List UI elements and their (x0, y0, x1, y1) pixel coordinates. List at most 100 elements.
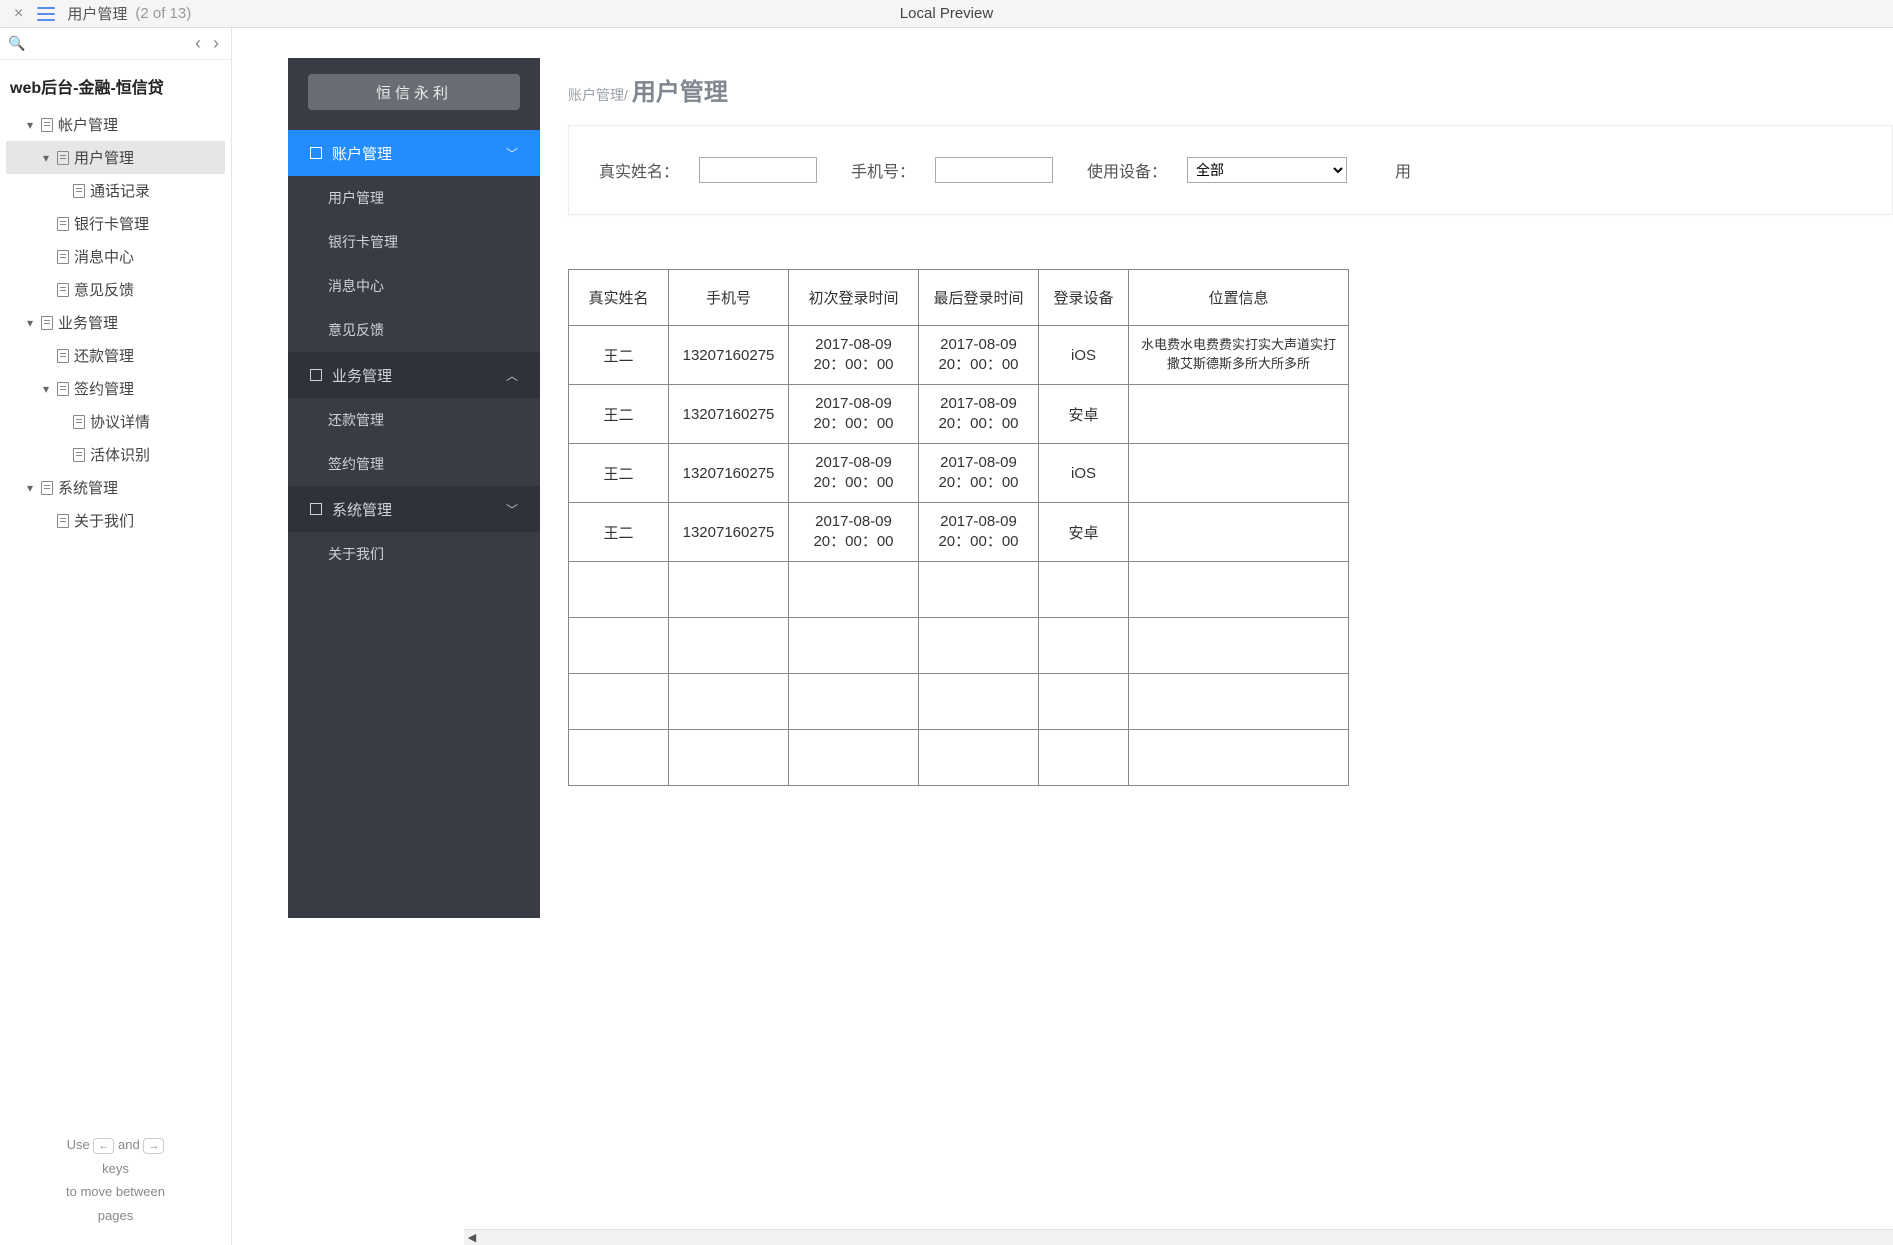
submenu-item[interactable]: 还款管理 (288, 398, 540, 442)
menu-header[interactable]: 账户管理 ﹀ (288, 130, 540, 176)
table-cell: 13207160275 (669, 326, 789, 385)
menu-header-label: 系统管理 (332, 499, 392, 520)
table-cell: 安卓 (1039, 385, 1129, 444)
search-icon[interactable]: 🔍 (8, 35, 25, 52)
tab-title: 用户管理 (67, 3, 127, 24)
submenu-item[interactable]: 消息中心 (288, 264, 540, 308)
table-cell: 2017-08-09 20：00：00 (919, 444, 1039, 503)
table-cell (789, 674, 919, 730)
table-cell: 2017-08-09 20：00：00 (789, 503, 919, 562)
page-icon (57, 217, 69, 231)
table-cell (789, 730, 919, 786)
caret-down-icon: ▾ (40, 151, 52, 165)
table-row (569, 674, 1349, 730)
submenu-item[interactable]: 签约管理 (288, 442, 540, 486)
filter-phone-label: 手机号： (851, 158, 915, 182)
outline-item[interactable]: 意见反馈 (6, 273, 225, 306)
table-cell (919, 674, 1039, 730)
table-cell (1129, 618, 1349, 674)
outline-item[interactable]: 协议详情 (6, 405, 225, 438)
hamburger-icon[interactable] (37, 7, 55, 21)
prev-page-icon[interactable]: ‹ (191, 33, 205, 54)
table-cell: 13207160275 (669, 503, 789, 562)
outline-item[interactable]: ▾用户管理 (6, 141, 225, 174)
table-cell: 13207160275 (669, 444, 789, 503)
outline-item[interactable]: ▾业务管理 (6, 306, 225, 339)
table-header: 手机号 (669, 270, 789, 326)
table-row (569, 730, 1349, 786)
table-cell: 2017-08-09 20：00：00 (919, 385, 1039, 444)
table-cell: 王二 (569, 385, 669, 444)
close-icon[interactable]: × (8, 5, 29, 23)
menu-header[interactable]: 业务管理︿ (288, 352, 540, 398)
table-cell: iOS (1039, 326, 1129, 385)
submenu-item[interactable]: 用户管理 (288, 176, 540, 220)
outline-item[interactable]: 银行卡管理 (6, 207, 225, 240)
page-icon (57, 151, 69, 165)
table-cell (569, 618, 669, 674)
table-cell (919, 618, 1039, 674)
breadcrumb: 账户管理/ 用户管理 (568, 58, 1893, 125)
app-content: 账户管理/ 用户管理 真实姓名： 手机号： 使用设备： 全部 (540, 58, 1893, 786)
chevron-icon: ﹀ (506, 145, 518, 162)
square-icon (310, 147, 322, 159)
outline-item[interactable]: 还款管理 (6, 339, 225, 372)
caret-down-icon: ▾ (24, 118, 36, 132)
outline-tree: web后台-金融-恒信贷 ▾帐户管理▾用户管理通话记录银行卡管理消息中心意见反馈… (0, 60, 231, 1125)
menu-header-label: 业务管理 (332, 365, 392, 386)
menu-header[interactable]: 系统管理﹀ (288, 486, 540, 532)
filter-name-label: 真实姓名： (599, 158, 679, 182)
table-cell (1039, 562, 1129, 618)
submenu-item[interactable]: 关于我们 (288, 532, 540, 576)
table-header: 最后登录时间 (919, 270, 1039, 326)
table-row: 王二132071602752017-08-09 20：00：002017-08-… (569, 326, 1349, 385)
outline-item-label: 通话记录 (90, 180, 150, 201)
outline-item[interactable]: ▾帐户管理 (6, 108, 225, 141)
caret-down-icon: ▾ (40, 382, 52, 396)
table-cell (1129, 444, 1349, 503)
filter-card: 真实姓名： 手机号： 使用设备： 全部 用 (568, 125, 1893, 215)
topbar-center-label: Local Preview (0, 5, 1893, 22)
preview-area: 恒信永利 账户管理 ﹀ 用户管理银行卡管理消息中心意见反馈业务管理︿还款管理签约管理… (232, 28, 1893, 1245)
outline-footer: Use ← and → keys to move between pages (0, 1125, 231, 1245)
square-icon (310, 369, 322, 381)
outline-item[interactable]: ▾ 系统管理 (6, 471, 225, 504)
caret-down-icon: ▾ (24, 481, 36, 495)
horizontal-scrollbar[interactable]: ◀ (464, 1229, 1893, 1245)
outline-item[interactable]: ▾ 签约管理 (6, 372, 225, 405)
page-icon (41, 481, 53, 495)
page-icon (57, 349, 69, 363)
outline-item[interactable]: 关于我们 (6, 504, 225, 537)
page-icon (73, 184, 85, 198)
outline-item[interactable]: 活体识别 (6, 438, 225, 471)
menu-header-label: 账户管理 (332, 143, 392, 164)
outline-item[interactable]: 通话记录 (6, 174, 225, 207)
footer-keys: keys (0, 1157, 231, 1180)
filter-edge-label: 用 (1395, 158, 1411, 182)
table-cell (1039, 730, 1129, 786)
outline-item-label: 系统管理 (58, 477, 118, 498)
table-cell (1129, 385, 1349, 444)
outline-item[interactable]: 消息中心 (6, 240, 225, 273)
filter-phone-input[interactable] (935, 157, 1053, 183)
table-row (569, 562, 1349, 618)
brand-button[interactable]: 恒信永利 (308, 74, 520, 110)
outline-item-label: 关于我们 (74, 510, 134, 531)
user-table: 真实姓名手机号初次登录时间最后登录时间登录设备位置信息 王二1320716027… (568, 269, 1349, 786)
table-row: 王二132071602752017-08-09 20：00：002017-08-… (569, 503, 1349, 562)
page-icon (57, 514, 69, 528)
filter-device-select[interactable]: 全部 (1187, 157, 1347, 183)
outline-item-label: 签约管理 (74, 378, 134, 399)
table-cell (569, 562, 669, 618)
app-sidebar: 恒信永利 账户管理 ﹀ 用户管理银行卡管理消息中心意见反馈业务管理︿还款管理签约管理… (288, 58, 540, 918)
project-title: web后台-金融-恒信贷 (6, 68, 225, 108)
outline-item-label: 还款管理 (74, 345, 134, 366)
submenu-item[interactable]: 意见反馈 (288, 308, 540, 352)
table-cell (1039, 618, 1129, 674)
table-cell: 2017-08-09 20：00：00 (919, 326, 1039, 385)
scroll-left-icon[interactable]: ◀ (464, 1230, 480, 1245)
next-page-icon[interactable]: › (209, 33, 223, 54)
submenu-item[interactable]: 银行卡管理 (288, 220, 540, 264)
filter-name-input[interactable] (699, 157, 817, 183)
filter-device-label: 使用设备： (1087, 158, 1167, 182)
